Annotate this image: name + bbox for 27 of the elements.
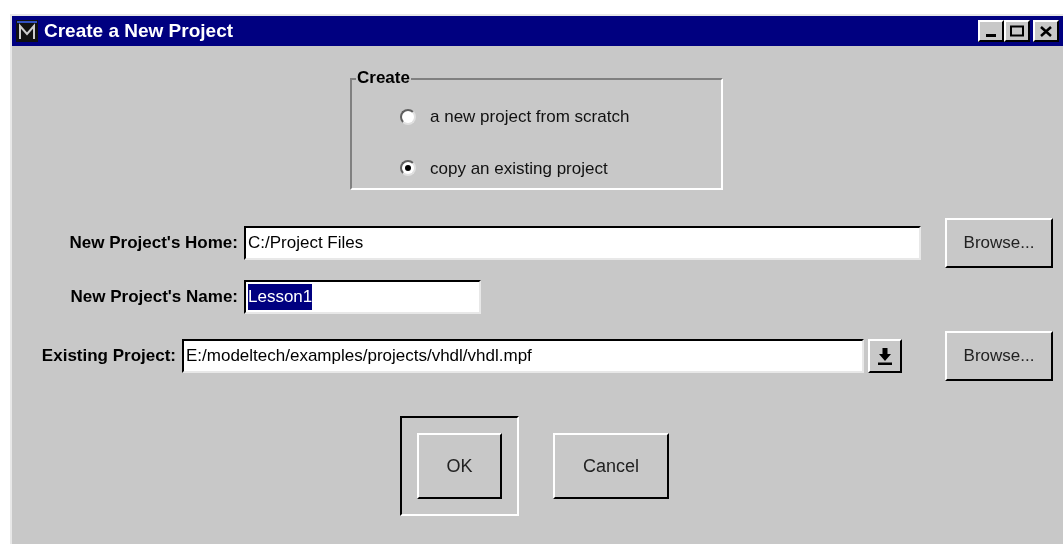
text-field[interactable]: Lesson1 xyxy=(244,280,481,314)
dialog-button[interactable]: Cancel xyxy=(553,433,669,499)
maximize-button[interactable] xyxy=(1004,20,1030,42)
minimize-icon xyxy=(986,34,996,37)
dropdown-button[interactable] xyxy=(868,339,902,373)
radio-label: a new project from scratch xyxy=(430,106,630,128)
window-title: Create a New Project xyxy=(44,18,234,43)
minimize-button[interactable] xyxy=(978,20,1004,42)
field-value: Lesson1 xyxy=(248,284,313,310)
field-value: E:/modeltech/examples/projects/vhdl/vhdl.mpf xyxy=(186,345,532,368)
browse-button[interactable]: Browse... xyxy=(945,331,1053,381)
text-field[interactable]: C:/Project Files xyxy=(244,226,921,260)
radio-button[interactable] xyxy=(400,160,416,177)
field-label: New Project's Home: xyxy=(68,232,239,255)
field-label: New Project's Name: xyxy=(69,286,239,309)
field-value: C:/Project Files xyxy=(248,232,364,255)
maximize-icon xyxy=(1010,25,1024,37)
down-arrow-icon xyxy=(877,347,893,365)
field-label: Existing Project: xyxy=(40,345,177,368)
text-field[interactable]: E:/modeltech/examples/projects/vhdl/vhdl.mpf xyxy=(182,339,864,373)
app-icon xyxy=(16,20,38,42)
radio-button[interactable] xyxy=(400,108,416,125)
dialog-button[interactable]: OK xyxy=(417,433,502,499)
browse-button[interactable]: Browse... xyxy=(945,218,1053,268)
close-icon xyxy=(1040,25,1052,37)
close-button[interactable] xyxy=(1033,20,1059,42)
radio-label: copy an existing project xyxy=(430,157,608,180)
